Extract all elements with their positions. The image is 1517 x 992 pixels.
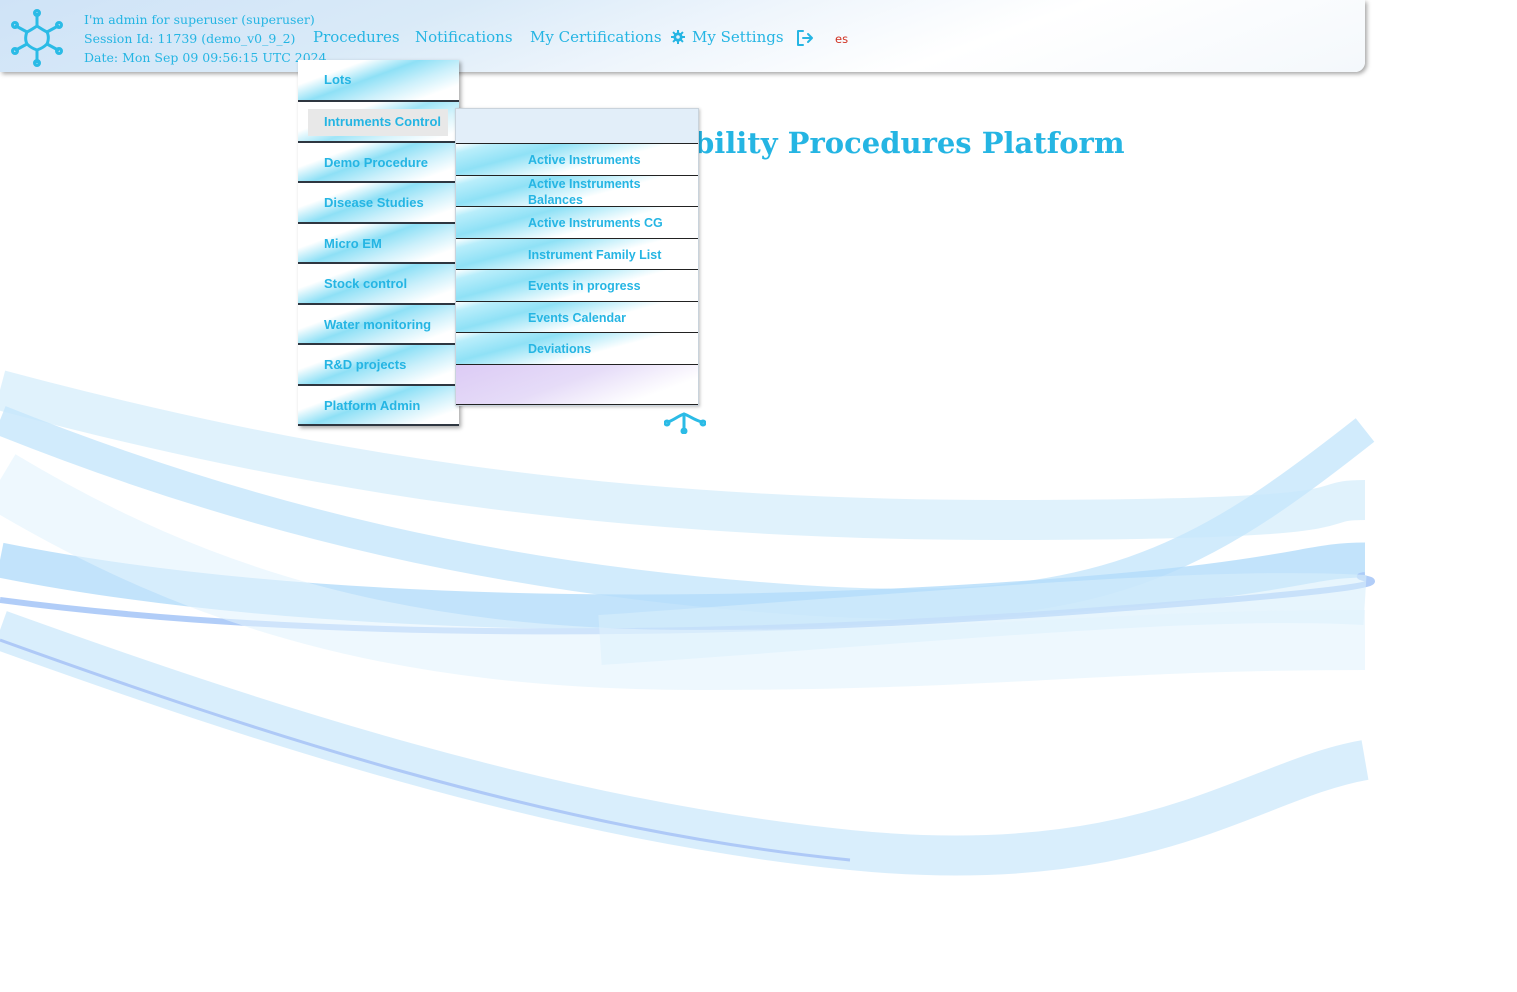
menu-item-lots[interactable]: Lots xyxy=(298,60,459,102)
menu-item-label: Water monitoring xyxy=(324,316,432,332)
menu-item-label: Demo Procedure xyxy=(324,154,429,170)
session-info: I'm admin for superuser (superuser) Sess… xyxy=(84,10,327,67)
gear-icon xyxy=(671,30,685,44)
submenu-item-active-instruments-balances[interactable]: Active Instruments Balances xyxy=(456,175,698,207)
submenu-footer xyxy=(456,364,698,405)
page-title: bility Procedures Platform xyxy=(694,126,1125,160)
nav-settings[interactable]: My Settings xyxy=(670,28,784,46)
top-header: I'm admin for superuser (superuser) Sess… xyxy=(0,0,1365,72)
nav-certifications[interactable]: My Certifications xyxy=(530,28,662,46)
menu-item-label: Stock control xyxy=(324,276,408,291)
menu-item-label: Micro EM xyxy=(324,235,382,251)
submenu-item-events-in-progress[interactable]: Events in progress xyxy=(456,270,698,302)
menu-item-demo-procedure[interactable]: Demo Procedure xyxy=(298,142,459,183)
submenu-item-deviations[interactable]: Deviations xyxy=(456,333,698,365)
logout-icon[interactable] xyxy=(796,29,814,47)
submenu-item-label: Events in progress xyxy=(528,279,641,293)
submenu-item-label: Active Instruments xyxy=(528,153,641,167)
instruments-submenu: Active Instruments Active Instruments Ba… xyxy=(455,108,699,406)
submenu-item-active-instruments-cg[interactable]: Active Instruments CG xyxy=(456,207,698,239)
menu-item-stock-control[interactable]: Stock control xyxy=(298,264,459,305)
nav-procedures[interactable]: Procedures xyxy=(313,28,400,46)
menu-item-label: R&D projects xyxy=(324,357,407,372)
menu-item-platform-admin[interactable]: Platform Admin xyxy=(298,385,459,426)
app-logo-icon xyxy=(11,9,63,67)
submenu-item-events-calendar[interactable]: Events Calendar xyxy=(456,301,698,333)
submenu-item-label: Events Calendar xyxy=(528,310,626,325)
submenu-item-label: Instrument Family List xyxy=(528,247,662,262)
user-line: I'm admin for superuser (superuser) xyxy=(84,12,315,27)
menu-item-disease-studies[interactable]: Disease Studies xyxy=(298,183,459,224)
procedures-menu: Lots Intruments Control Demo Procedure D… xyxy=(298,60,459,426)
submenu-item-active-instruments[interactable]: Active Instruments xyxy=(456,144,698,176)
nav-settings-label: My Settings xyxy=(692,28,784,46)
menu-item-label: Lots xyxy=(324,72,352,87)
submenu-item-instrument-family-list[interactable]: Instrument Family List xyxy=(456,238,698,270)
menu-item-water-monitoring[interactable]: Water monitoring xyxy=(298,304,459,345)
submenu-item-label: Active Instruments CG xyxy=(528,216,663,230)
submenu-header xyxy=(456,109,698,144)
submenu-item-label: Deviations xyxy=(528,342,592,356)
menu-item-micro-em[interactable]: Micro EM xyxy=(298,223,459,264)
menu-item-rd-projects[interactable]: R&D projects xyxy=(298,345,459,386)
nav-notifications[interactable]: Notifications xyxy=(415,28,513,46)
menu-item-instruments-control[interactable]: Intruments Control xyxy=(298,102,459,143)
submenu-item-label: Active Instruments Balances xyxy=(528,176,641,207)
menu-item-label: Platform Admin xyxy=(324,397,421,413)
session-line: Session Id: 11739 (demo_v0_9_2) xyxy=(84,31,296,46)
date-line: Date: Mon Sep 09 09:56:15 UTC 2024 xyxy=(84,50,327,65)
menu-item-label: Intruments Control xyxy=(324,114,441,129)
menu-item-label: Disease Studies xyxy=(324,195,424,210)
language-switch[interactable]: es xyxy=(835,32,848,46)
